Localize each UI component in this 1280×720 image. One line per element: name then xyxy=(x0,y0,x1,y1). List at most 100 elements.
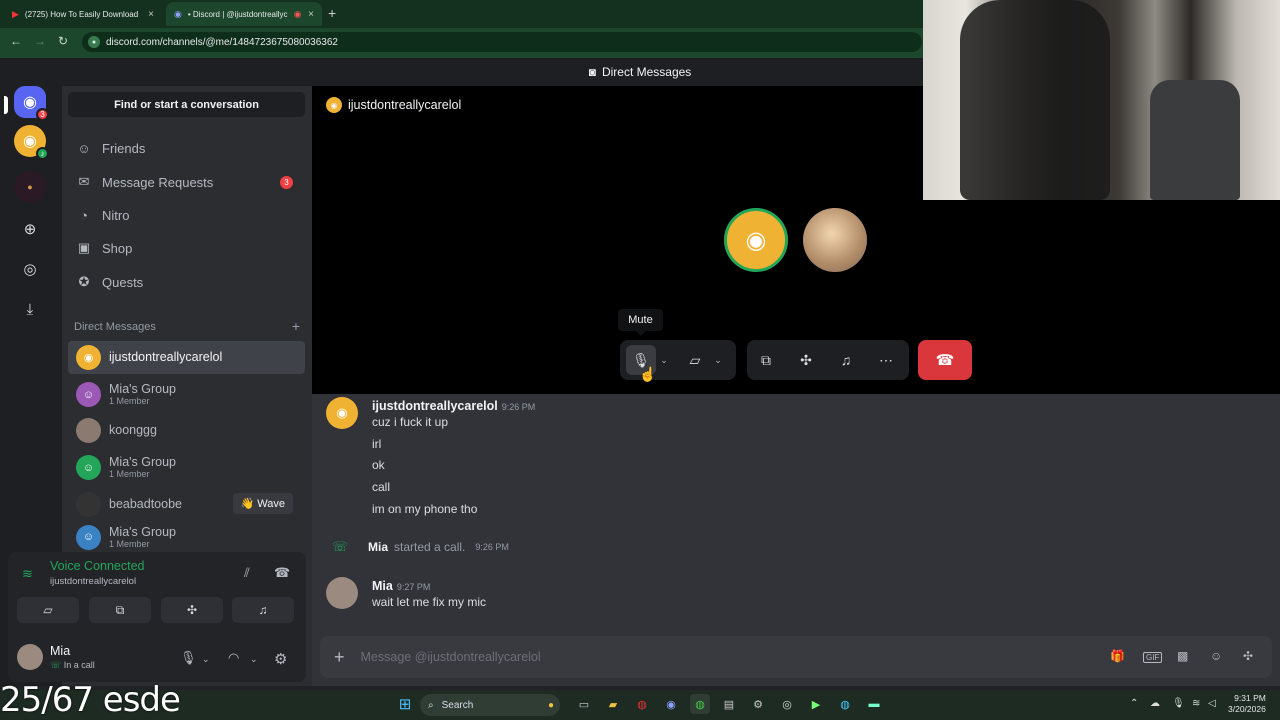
dm-call-avatar[interactable]: ◉ ♪ xyxy=(14,125,49,160)
sidebar-item-shop[interactable]: ▣ Shop xyxy=(68,233,305,263)
sidebar-item-message-requests[interactable]: ✉ Message Requests 3 xyxy=(68,167,305,197)
dm-item[interactable]: beabadtoobe 👋 Wave xyxy=(68,488,305,521)
sidebar-item-friends[interactable]: ☺ Friends xyxy=(68,133,305,163)
chrome-icon[interactable]: ◍ xyxy=(632,694,652,714)
server-icon[interactable]: ● xyxy=(14,171,46,203)
headphones-icon[interactable]: ◠ xyxy=(228,650,239,666)
site-info-icon[interactable]: ● xyxy=(88,36,100,48)
dm-item[interactable]: ☺ Mia's Group 1 Member xyxy=(68,378,305,411)
noise-suppression-icon[interactable]: ⫽ xyxy=(244,565,250,581)
apps-icon[interactable]: ✣ xyxy=(1243,649,1253,663)
sidebar-item-label: Shop xyxy=(102,240,133,256)
attach-icon[interactable]: + xyxy=(334,647,345,668)
chevron-down-icon[interactable]: ⌄ xyxy=(202,654,210,665)
wave-button[interactable]: 👋 Wave xyxy=(232,493,293,514)
clock-date: 3/20/2026 xyxy=(1228,704,1266,714)
explore-icon[interactable]: ◎ xyxy=(14,253,46,285)
mic-tray-icon[interactable]: 🎙 xyxy=(1172,698,1185,709)
dm-item[interactable]: ☺ Mia's Group 1 Member xyxy=(68,524,305,550)
emoji-icon[interactable]: ☺ xyxy=(1210,649,1222,663)
gear-icon[interactable]: ⚙ xyxy=(274,650,287,668)
sidebar-item-nitro[interactable]: ◔ Nitro xyxy=(68,200,305,230)
avatar xyxy=(76,492,101,517)
volume-icon[interactable]: ◁ xyxy=(1208,698,1216,709)
group-avatar: ☺ xyxy=(76,382,101,407)
gif-icon[interactable]: GIF xyxy=(1143,652,1163,663)
app-icon[interactable]: ▶ xyxy=(806,694,826,714)
browser-icon[interactable]: ◍ xyxy=(835,694,855,714)
voice-status[interactable]: Voice Connected xyxy=(50,559,145,573)
browser-tab-discord[interactable]: ◉ • Discord | @ijustdontreallyc ◉ × xyxy=(166,2,322,26)
wifi-icon[interactable]: ≋ xyxy=(1192,698,1200,709)
participant-avatar[interactable]: ◉ xyxy=(724,208,788,272)
participant-avatar[interactable] xyxy=(803,208,867,272)
message-author[interactable]: ijustdontreallycarelol xyxy=(372,399,498,413)
terminal-icon[interactable]: ▤ xyxy=(719,694,739,714)
voice-channel[interactable]: ijustdontreallycarelol xyxy=(50,576,136,587)
title-bar-text: Direct Messages xyxy=(601,65,692,79)
windows-start-icon[interactable]: ⊞ xyxy=(395,694,415,714)
avatar[interactable]: ◉ xyxy=(326,397,358,429)
sticker-icon[interactable]: ▩ xyxy=(1177,649,1188,663)
taskbar-clock[interactable]: 9:31 PM 3/20/2026 xyxy=(1228,693,1266,715)
discord-taskbar-icon[interactable]: ◉ xyxy=(661,694,681,714)
file-explorer-icon[interactable]: ▰ xyxy=(603,694,623,714)
signal-icon: ≋ xyxy=(22,566,33,581)
back-icon[interactable]: ← xyxy=(10,34,22,48)
friends-icon: ☺ xyxy=(77,140,91,156)
close-icon[interactable]: × xyxy=(308,9,314,20)
soundboard-button[interactable]: ♫ xyxy=(831,345,861,375)
soundboard-button[interactable]: ♫ xyxy=(232,597,294,623)
camera-off-button[interactable]: ▱ xyxy=(17,597,79,623)
dm-name: beabadtoobe xyxy=(109,497,182,511)
forward-icon[interactable]: → xyxy=(34,34,46,48)
gift-icon[interactable]: 🎁 xyxy=(1110,649,1125,663)
notification-badge: 3 xyxy=(36,108,49,121)
message-author[interactable]: Mia xyxy=(372,579,393,593)
screen-share-button[interactable]: ⧉ xyxy=(89,597,151,623)
chevron-down-icon[interactable]: ⌄ xyxy=(250,654,258,665)
browser-tab-youtube[interactable]: ▶ (2725) How To Easily Download × xyxy=(4,2,162,26)
download-icon[interactable]: ⤓ xyxy=(14,293,46,325)
find-conversation-button[interactable]: Find or start a conversation xyxy=(68,92,305,117)
more-options-button[interactable]: ⋯ xyxy=(871,345,901,375)
activities-button[interactable]: ✣ xyxy=(791,345,821,375)
server-avatar-icon: ● xyxy=(27,182,33,192)
address-bar[interactable]: ● discord.com/channels/@me/1484723675080… xyxy=(82,32,922,52)
sidebar-item-quests[interactable]: ✪ Quests xyxy=(68,267,305,297)
dm-item[interactable]: koonggg xyxy=(68,414,305,447)
dm-section-header: Direct Messages + xyxy=(74,319,300,333)
disconnect-icon[interactable]: ☎ xyxy=(274,565,290,581)
requests-badge: 3 xyxy=(280,175,293,189)
chevron-down-icon[interactable]: ⌄ xyxy=(656,355,672,366)
add-server-icon[interactable]: ⊕ xyxy=(14,213,46,245)
settings-icon[interactable]: ⚙ xyxy=(748,694,768,714)
close-icon[interactable]: × xyxy=(148,9,154,20)
network-tray-icon[interactable]: ☁ xyxy=(1150,698,1160,709)
reload-icon[interactable]: ↻ xyxy=(58,34,68,48)
system-author[interactable]: Mia xyxy=(368,540,388,554)
avatar[interactable] xyxy=(326,577,358,609)
tooltip-arrow xyxy=(636,331,646,336)
leave-call-button[interactable]: ☎ xyxy=(918,340,972,380)
webcam-chair xyxy=(1150,80,1240,200)
dm-item[interactable]: ◉ ijustdontreallycarelol xyxy=(68,341,305,374)
chevron-down-icon[interactable]: ⌄ xyxy=(710,355,726,366)
chevron-up-icon[interactable]: ⌃ xyxy=(1130,698,1138,709)
message-composer[interactable]: + Message @ijustdontreallycarelol xyxy=(320,636,1272,678)
camera-button[interactable]: ▱ xyxy=(680,345,710,375)
create-dm-icon[interactable]: + xyxy=(292,319,300,333)
avatar[interactable] xyxy=(17,644,43,670)
activities-button[interactable]: ✣ xyxy=(161,597,223,623)
new-tab-icon[interactable]: + xyxy=(328,5,336,21)
taskbar-search[interactable]: ⌕ Search ● xyxy=(420,694,560,716)
chrome-active-icon[interactable]: ◍ xyxy=(690,694,710,714)
home-button[interactable]: ◉ 3 xyxy=(14,86,49,121)
app-icon[interactable]: ▬ xyxy=(864,694,884,714)
task-view-icon[interactable]: ▭ xyxy=(574,694,594,714)
dm-item[interactable]: ☺ Mia's Group 1 Member xyxy=(68,451,305,484)
obs-icon[interactable]: ◎ xyxy=(777,694,797,714)
mic-icon[interactable]: 🎙 xyxy=(180,650,197,666)
username[interactable]: Mia xyxy=(50,644,70,658)
screen-share-button[interactable]: ⧉ xyxy=(751,345,781,375)
